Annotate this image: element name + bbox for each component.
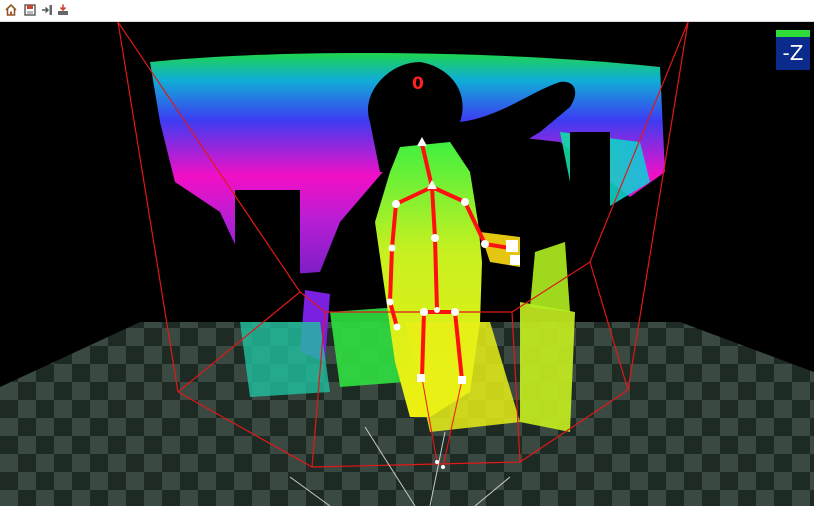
home-icon[interactable] xyxy=(4,3,18,17)
viewer-toolbar xyxy=(0,0,814,22)
point-cloud-scene xyxy=(0,22,814,506)
view-cube-top-face xyxy=(776,30,810,37)
load-view-icon[interactable] xyxy=(40,3,54,17)
3d-viewport[interactable]: 0 -Z xyxy=(0,22,814,506)
furniture-shadow xyxy=(235,190,300,310)
box-points xyxy=(520,302,575,432)
tracked-user-id-label: 0 xyxy=(412,74,424,94)
view-cube-label: -Z xyxy=(776,37,810,70)
save-view-icon[interactable] xyxy=(23,3,37,17)
view-orientation-cube[interactable]: -Z xyxy=(776,30,810,70)
export-icon[interactable] xyxy=(56,3,70,17)
